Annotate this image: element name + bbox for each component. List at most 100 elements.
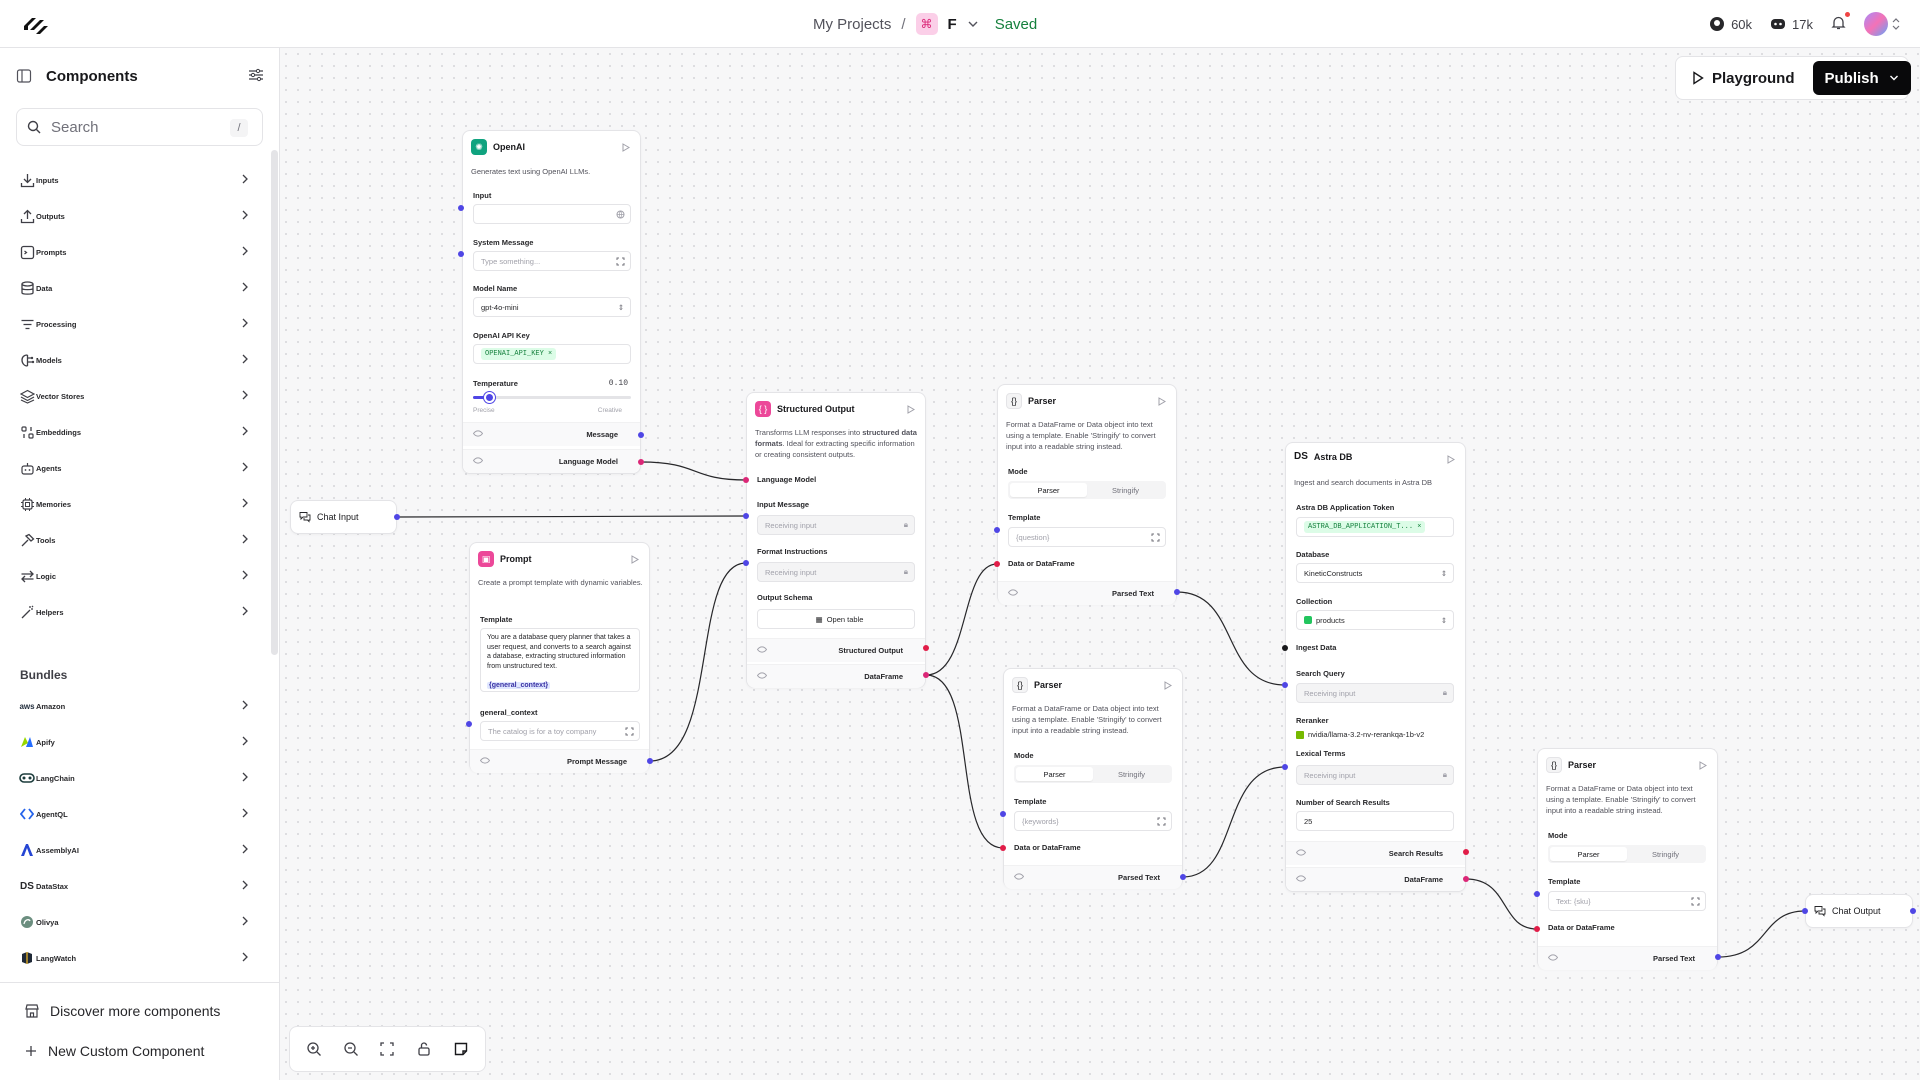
node-chat-output[interactable]: Chat Output	[1805, 894, 1913, 928]
mode-parser-option[interactable]: Parser	[1010, 483, 1087, 497]
expand-icon[interactable]	[625, 727, 634, 736]
handle-template-in[interactable]	[1000, 811, 1006, 817]
filter-settings-icon[interactable]	[248, 68, 264, 82]
template-field[interactable]: Text: {sku}	[1548, 891, 1706, 911]
run-component-icon[interactable]	[907, 405, 915, 414]
eye-icon[interactable]	[473, 430, 483, 437]
run-component-icon[interactable]	[1164, 681, 1172, 690]
output-structured-output[interactable]: Structured Output	[747, 638, 925, 662]
handle-chat-input-out[interactable]	[394, 514, 400, 520]
number-search-results-input[interactable]: 25	[1296, 811, 1454, 831]
expand-icon[interactable]	[1691, 897, 1700, 906]
sidebar-scrollbar[interactable]	[271, 150, 278, 655]
mode-stringify-option[interactable]: Stringify	[1093, 767, 1170, 781]
slider-thumb[interactable]	[483, 392, 495, 403]
api-key-field[interactable]: OPENAI_API_KEY ×	[473, 344, 631, 364]
fit-view-icon[interactable]	[379, 1041, 395, 1057]
expand-icon[interactable]	[1157, 817, 1166, 826]
template-field[interactable]: {question}	[1008, 527, 1166, 547]
category-agents[interactable]: Agents	[18, 456, 258, 480]
category-prompts[interactable]: Prompts	[18, 240, 258, 264]
zoom-out-icon[interactable]	[343, 1041, 359, 1057]
system-message-field[interactable]: Type something...	[473, 251, 631, 271]
eye-icon[interactable]	[757, 646, 767, 653]
handle-data-in[interactable]	[994, 561, 1000, 567]
handle-prompt-message-out[interactable]	[647, 758, 653, 764]
breadcrumb-my-projects[interactable]: My Projects	[813, 16, 891, 33]
general-context-field[interactable]: The catalog is for a toy company	[480, 721, 640, 741]
eye-icon[interactable]	[473, 457, 483, 464]
bundle-langwatch[interactable]: LangWatch	[18, 946, 258, 970]
unlock-icon[interactable]	[416, 1041, 432, 1057]
mode-parser-option[interactable]: Parser	[1550, 847, 1627, 861]
mode-parser-option[interactable]: Parser	[1016, 767, 1093, 781]
handle-chat-output-out[interactable]	[1910, 908, 1916, 914]
bundle-amazon[interactable]: aws Amazon	[18, 694, 258, 718]
chevron-down-icon[interactable]	[967, 18, 979, 30]
run-component-icon[interactable]	[622, 143, 630, 152]
handle-dataframe-out[interactable]	[923, 672, 929, 678]
mode-toggle[interactable]: Parser Stringify	[1008, 481, 1166, 499]
node-chat-input[interactable]: Chat Input	[290, 500, 397, 534]
output-language-model[interactable]: Language Model	[463, 449, 640, 473]
template-field[interactable]: You are a database query planner that ta…	[480, 628, 640, 692]
handle-search-results-out[interactable]	[1463, 849, 1469, 855]
mode-toggle[interactable]: Parser Stringify	[1014, 765, 1172, 783]
output-prompt-message[interactable]: Prompt Message	[470, 749, 649, 773]
github-link[interactable]: 60k	[1709, 16, 1752, 32]
handle-system-message[interactable]	[458, 251, 464, 257]
temperature-slider[interactable]	[473, 392, 631, 403]
handle-data-in[interactable]	[1000, 845, 1006, 851]
run-component-icon[interactable]	[631, 555, 639, 564]
category-models[interactable]: Models	[18, 348, 258, 372]
eye-icon[interactable]	[480, 757, 490, 764]
mode-toggle[interactable]: Parser Stringify	[1548, 845, 1706, 863]
eye-icon[interactable]	[1548, 954, 1558, 961]
handle-template-in[interactable]	[994, 527, 1000, 533]
output-message[interactable]: Message	[463, 422, 640, 446]
eye-icon[interactable]	[1296, 849, 1306, 856]
node-astra-db[interactable]: DS Astra DB Ingest and search documents i…	[1285, 442, 1466, 892]
category-embeddings[interactable]: Embeddings	[18, 420, 258, 444]
output-dataframe[interactable]: DataFrame	[1286, 867, 1465, 891]
handle-general-context[interactable]	[466, 721, 472, 727]
bundle-agentql[interactable]: AgentQL	[18, 802, 258, 826]
zoom-in-icon[interactable]	[306, 1041, 322, 1057]
eye-icon[interactable]	[1296, 875, 1306, 882]
eye-icon[interactable]	[1014, 873, 1024, 880]
category-tools[interactable]: Tools	[18, 528, 258, 552]
new-custom-component-button[interactable]: New Custom Component	[24, 1043, 204, 1059]
node-structured-output[interactable]: { } Structured Output Transforms LLM resp…	[746, 392, 926, 688]
handle-input[interactable]	[458, 205, 464, 211]
run-component-icon[interactable]	[1447, 455, 1455, 464]
bundle-langchain[interactable]: LangChain	[18, 766, 258, 790]
eye-icon[interactable]	[1008, 589, 1018, 596]
handle-parsed-text-out[interactable]	[1180, 874, 1186, 880]
category-outputs[interactable]: Outputs	[18, 204, 258, 228]
category-logic[interactable]: Logic	[18, 564, 258, 588]
bundle-apify[interactable]: Apify	[18, 730, 258, 754]
collection-select[interactable]: products ⇕	[1296, 610, 1454, 630]
database-select[interactable]: KineticConstructs ⇕	[1296, 563, 1454, 583]
handle-search-query[interactable]	[1282, 682, 1288, 688]
reranker-value[interactable]: nvidia/llama-3.2-nv-rerankqa-1b-v2	[1296, 730, 1424, 739]
input-field[interactable]	[473, 204, 631, 224]
project-name[interactable]: F	[948, 16, 957, 33]
handle-ingest-data[interactable]	[1282, 645, 1288, 651]
expand-icon[interactable]	[1151, 533, 1160, 542]
node-openai[interactable]: ✺ OpenAI Generates text using OpenAI LLMs…	[462, 130, 641, 474]
discover-components-button[interactable]: Discover more components	[24, 1003, 220, 1019]
category-memories[interactable]: Memories	[18, 492, 258, 516]
bundle-assemblyai[interactable]: AssemblyAI	[18, 838, 258, 862]
node-prompt[interactable]: ▣ Prompt Create a prompt template with dy…	[469, 542, 650, 773]
handle-template-in[interactable]	[1534, 891, 1540, 897]
sticky-note-icon[interactable]	[453, 1041, 469, 1057]
handle-format-instructions-in[interactable]	[743, 560, 749, 566]
astra-token-field[interactable]: ASTRA_DB_APPLICATION_T... ×	[1296, 517, 1454, 537]
bundle-olivya[interactable]: Olivya	[18, 910, 258, 934]
open-table-button[interactable]: ▦ Open table	[757, 609, 915, 629]
sidebar-toggle-icon[interactable]	[16, 68, 32, 84]
global-variable-badge[interactable]: OPENAI_API_KEY ×	[481, 348, 557, 360]
mode-stringify-option[interactable]: Stringify	[1627, 847, 1704, 861]
template-field[interactable]: {keywords}	[1014, 811, 1172, 831]
